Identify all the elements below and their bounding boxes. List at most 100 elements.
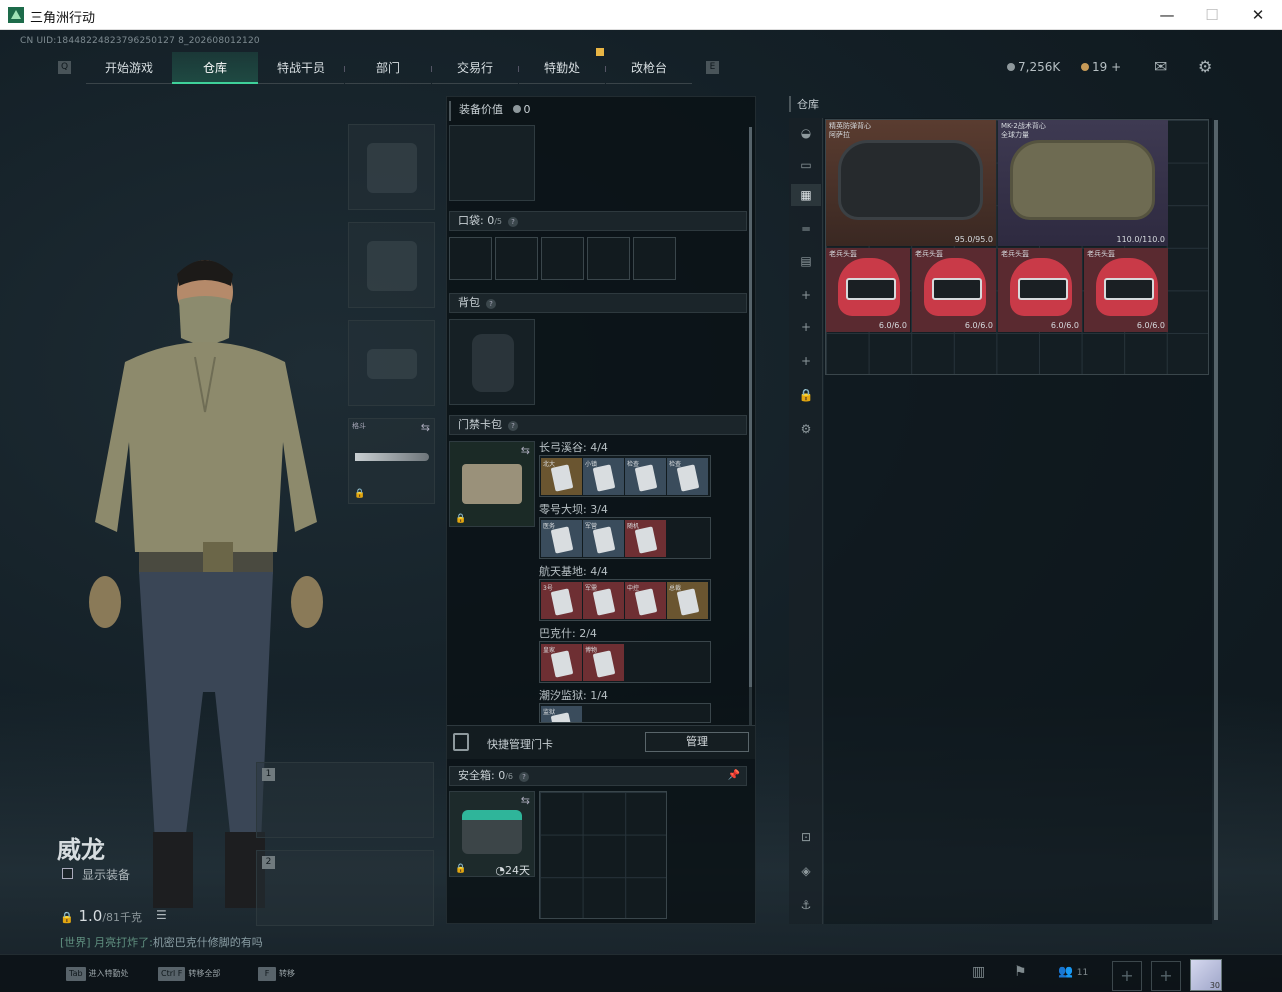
keycard[interactable]: 检查 [667, 458, 708, 495]
sidebar-layers-icon[interactable]: ◈ [795, 860, 817, 882]
hint-transfer[interactable]: F 转移 [258, 967, 295, 981]
backpack-slot[interactable] [449, 319, 535, 405]
help-icon[interactable]: ? [508, 217, 519, 227]
mail-icon[interactable]: ✉ [1154, 57, 1167, 76]
sidebar-box-icon[interactable]: ▤ [795, 250, 817, 272]
helmet-slot[interactable] [348, 124, 435, 210]
tab-operators[interactable]: 特战干员 [258, 52, 344, 84]
sidebar-helmet-icon[interactable]: ◒ [795, 122, 817, 144]
show-gear-checkbox[interactable] [62, 868, 73, 879]
safebox-grid[interactable] [539, 791, 667, 919]
list-icon[interactable]: ☰ [156, 908, 167, 922]
keycard-case-slot[interactable]: ⇆ 🔒 [449, 441, 535, 527]
pocket-slot[interactable] [633, 237, 676, 280]
nav-prev-key[interactable]: Q [58, 61, 71, 74]
stash-item-vest[interactable]: MK-2战术背心 全球力量 110.0/110.0 [998, 120, 1168, 246]
friends-button[interactable]: 👥 11 [1058, 964, 1088, 978]
stash-scrollbar[interactable] [1214, 120, 1218, 920]
swap-icon[interactable]: ⇆ [521, 444, 530, 457]
hint-enter-special-ops[interactable]: Tab 进入特勤处 [66, 967, 129, 981]
stash-item-helmet[interactable]: 老兵头盔 6.0/6.0 [998, 248, 1082, 332]
tab-gunsmith[interactable]: 改枪台 [606, 52, 692, 84]
hint-transfer-all[interactable]: Ctrl F 转移全部 [158, 967, 220, 981]
secondary-weapon-slot[interactable]: 2 [256, 850, 434, 926]
pistol-slot[interactable] [348, 320, 435, 406]
keycard[interactable]: 检查 [625, 458, 666, 495]
invite-slot-button[interactable]: + [1112, 961, 1142, 991]
help-icon[interactable]: ? [486, 299, 496, 309]
sidebar-tool-icon[interactable]: ⚓ [795, 894, 817, 916]
add-currency-button[interactable]: + [1111, 60, 1121, 74]
stats-icon[interactable]: ▥ [972, 964, 985, 980]
close-button[interactable]: ✕ [1243, 4, 1273, 26]
nav-next-key[interactable]: E [706, 61, 719, 74]
sidebar-weapon-icon[interactable]: ▭ [795, 154, 817, 176]
sidebar-gun-icon[interactable]: ═ [795, 218, 817, 240]
player-avatar[interactable]: 30 [1190, 959, 1222, 991]
keycard-icon [550, 650, 574, 678]
sidebar-add-icon[interactable]: + [795, 316, 817, 338]
settings-icon[interactable]: ⚙ [1198, 57, 1212, 76]
safebox-slot[interactable]: ⇆ 🔒 ◔24天 [449, 791, 535, 877]
keycard-case-label: 门禁卡包 [458, 418, 502, 431]
pin-icon[interactable]: 📌 [728, 767, 740, 785]
tab-start-game[interactable]: 开始游戏 [86, 52, 172, 84]
keycard[interactable]: 军需 [583, 582, 624, 619]
keycard[interactable]: 3号 [541, 582, 582, 619]
pocket-slot[interactable] [495, 237, 538, 280]
keycard[interactable]: 医务 [541, 520, 582, 557]
keycard[interactable]: 监狱 [541, 706, 582, 722]
item-name: 老兵头盔 [829, 250, 857, 258]
melee-slot[interactable]: 格斗 ⇆ 🔒 [348, 418, 435, 504]
sidebar-armor-icon[interactable]: ▦ [791, 184, 821, 206]
weight-value: 1.0 [78, 907, 103, 925]
chat-user[interactable]: 月亮打炸了: [94, 936, 153, 949]
swap-icon[interactable]: ⇆ [521, 794, 530, 807]
tab-warehouse[interactable]: 仓库 [172, 52, 258, 84]
pocket-slot[interactable] [587, 237, 630, 280]
manage-button[interactable]: 管理 [645, 732, 749, 752]
keycard[interactable]: 皇家 [541, 644, 582, 681]
primary-weapon-slot[interactable]: 1 [256, 762, 434, 838]
sidebar-sort-icon[interactable]: ⊡ [795, 826, 817, 848]
chat-message: 机密巴克什修脚的有吗 [152, 936, 263, 949]
clock-icon: ◔ [495, 864, 505, 877]
keycard[interactable]: 博物 [583, 644, 624, 681]
keycard[interactable]: 小镇 [583, 458, 624, 495]
armor-slot[interactable] [348, 222, 435, 308]
scrollbar-thumb[interactable] [749, 127, 752, 687]
minimize-button[interactable]: — [1152, 4, 1182, 26]
tab-special-ops[interactable]: 特勤处 [519, 48, 605, 84]
help-icon[interactable]: ? [508, 421, 518, 431]
keycard[interactable]: 随机 [625, 520, 666, 557]
key-f: F [258, 967, 276, 981]
scrollbar-thumb[interactable] [1214, 120, 1218, 920]
pocket-slot[interactable] [541, 237, 584, 280]
sidebar-add-icon[interactable]: + [795, 284, 817, 306]
sidebar-gear-icon[interactable]: ⚙ [795, 418, 817, 440]
flag-icon[interactable]: ⚑ [1014, 964, 1027, 980]
keycard-icon [592, 650, 616, 678]
keycard-row: 3号 军需 中控 总裁 [539, 579, 711, 621]
quick-keycard-label: 快捷管理门卡 [487, 738, 553, 751]
stash-item-helmet[interactable]: 老兵头盔 6.0/6.0 [912, 248, 996, 332]
stash-item-helmet[interactable]: 老兵头盔 6.0/6.0 [826, 248, 910, 332]
stash-item-vest[interactable]: 精英防弹背心 阿萨拉 95.0/95.0 [826, 120, 996, 246]
swap-icon[interactable]: ⇆ [421, 421, 430, 434]
rig-slot[interactable] [449, 125, 535, 201]
sidebar-lock-icon[interactable]: 🔒 [795, 384, 817, 406]
stash-item-helmet[interactable]: 老兵头盔 6.0/6.0 [1084, 248, 1168, 332]
maximize-button[interactable]: ☐ [1197, 4, 1227, 26]
keycard[interactable]: 北大 [541, 458, 582, 495]
keycard[interactable]: 军营 [583, 520, 624, 557]
help-icon[interactable]: ? [519, 772, 530, 782]
keycard[interactable]: 总裁 [667, 582, 708, 619]
keycard[interactable]: 中控 [625, 582, 666, 619]
sidebar-add-icon[interactable]: + [795, 350, 817, 372]
invite-slot-button[interactable]: + [1151, 961, 1181, 991]
bottom-bar: Tab 进入特勤处 Ctrl F 转移全部 F 转移 ▥ ⚑ 👥 11 + + 30 [0, 954, 1282, 992]
tab-department[interactable]: 部门 [345, 52, 431, 84]
tab-market[interactable]: 交易行 [432, 52, 518, 84]
panel-scrollbar[interactable] [749, 127, 752, 727]
pocket-slot[interactable] [449, 237, 492, 280]
